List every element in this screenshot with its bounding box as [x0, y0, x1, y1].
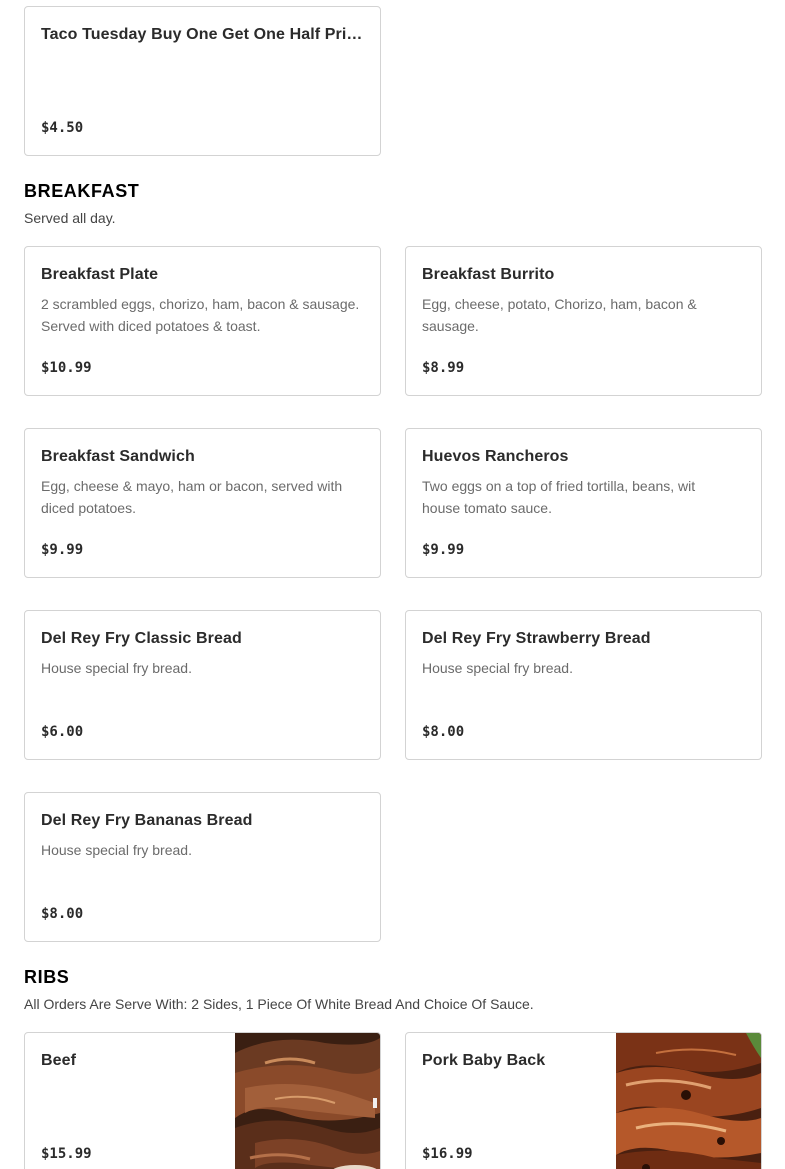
menu-item-name: Taco Tuesday Buy One Get One Half Price.…	[41, 26, 366, 43]
menu-item-price: $8.00	[41, 906, 84, 922]
menu-item-price: $4.50	[41, 120, 84, 136]
section-subtitle-ribs: All Orders Are Serve With: 2 Sides, 1 Pi…	[24, 996, 534, 1012]
menu-item-card[interactable]: Huevos Rancheros Two eggs on a top of fr…	[405, 428, 762, 578]
menu-item-name: Breakfast Sandwich	[41, 448, 195, 465]
section-title-breakfast: BREAKFAST	[24, 181, 140, 201]
menu-item-card[interactable]: Del Rey Fry Strawberry Bread House speci…	[405, 610, 762, 760]
menu-item-description: House special fry bread.	[41, 842, 192, 858]
menu-item-description: Two eggs on a top of fried tortilla, bea…	[422, 478, 696, 516]
menu-item-price: $6.00	[41, 724, 84, 740]
menu-item-card[interactable]: Pork Baby Back $16.99	[405, 1032, 762, 1169]
section-subtitle-breakfast: Served all day.	[24, 210, 116, 226]
menu-item-card[interactable]: Breakfast Plate 2 scrambled eggs, choriz…	[24, 246, 381, 396]
menu-item-card[interactable]: Breakfast Sandwich Egg, cheese & mayo, h…	[24, 428, 381, 578]
menu-item-price: $8.99	[422, 360, 465, 376]
menu-item-name: Pork Baby Back	[422, 1052, 546, 1069]
menu-item-price: $9.99	[41, 542, 84, 558]
menu-item-description: Egg, cheese & mayo, ham or bacon, served…	[41, 478, 343, 516]
section-title-ribs: RIBS	[24, 967, 70, 987]
menu-item-card[interactable]: Breakfast Burrito Egg, cheese, potato, C…	[405, 246, 762, 396]
menu-item-card[interactable]: Del Rey Fry Bananas Bread House special …	[24, 792, 381, 942]
menu-item-name: Huevos Rancheros	[422, 448, 569, 465]
menu-item-description: House special fry bread.	[41, 660, 192, 676]
menu-item-card[interactable]: Beef $15.99	[24, 1032, 381, 1169]
menu-item-price: $16.99	[422, 1146, 473, 1162]
menu-item-price: $10.99	[41, 360, 92, 376]
menu-item-card[interactable]: Taco Tuesday Buy One Get One Half Price.…	[24, 6, 381, 156]
menu-item-price: $15.99	[41, 1146, 92, 1162]
menu-item-name: Del Rey Fry Strawberry Bread	[422, 630, 651, 647]
menu-item-description: Egg, cheese, potato, Chorizo, ham, bacon…	[422, 296, 697, 334]
beef-ribs-photo	[235, 1033, 380, 1169]
menu-item-name: Del Rey Fry Classic Bread	[41, 630, 242, 647]
menu-item-price: $8.00	[422, 724, 465, 740]
pork-ribs-photo	[616, 1033, 761, 1169]
menu-item-name: Beef	[41, 1052, 77, 1069]
menu-item-card[interactable]: Del Rey Fry Classic Bread House special …	[24, 610, 381, 760]
menu-item-description: House special fry bread.	[422, 660, 573, 676]
menu-item-name: Del Rey Fry Bananas Bread	[41, 812, 253, 829]
menu-item-name: Breakfast Burrito	[422, 266, 555, 283]
menu-item-name: Breakfast Plate	[41, 266, 159, 283]
menu-item-description: 2 scrambled eggs, chorizo, ham, bacon & …	[41, 296, 360, 334]
menu-item-price: $9.99	[422, 542, 465, 558]
